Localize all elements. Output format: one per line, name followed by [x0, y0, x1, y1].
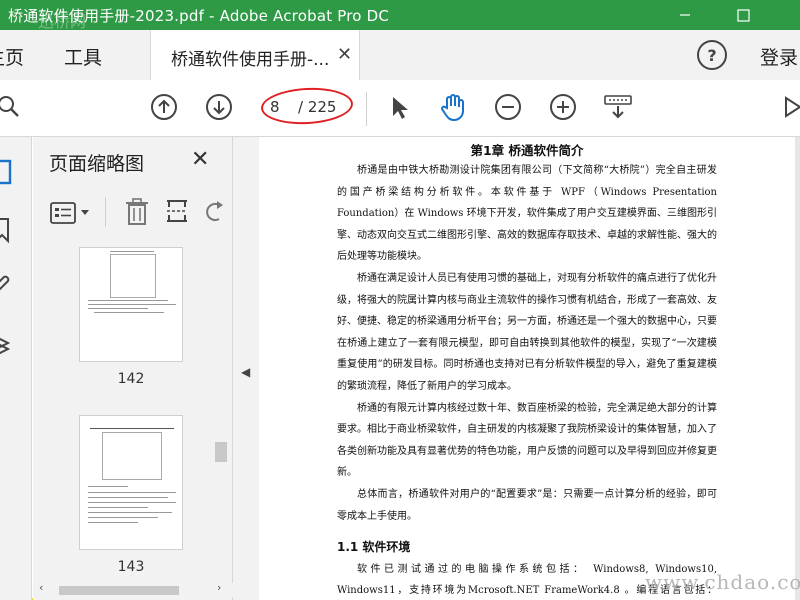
paragraph: 桥通的有限元计算内核经过数十年、数百座桥梁的检验，完全满足绝大部分的计算要求。相… [337, 402, 717, 479]
panel-divider: ◀ [233, 137, 259, 600]
thumbnail-toolbar-divider [105, 197, 106, 227]
thumbnail-options-button[interactable] [49, 201, 95, 229]
help-icon[interactable]: ? [697, 40, 727, 70]
thumb-line [88, 522, 138, 523]
rotate-icon [206, 201, 223, 221]
tab-document-label: 桥通软件使用手册-... [171, 50, 330, 70]
rail-bookmarks-button[interactable] [0, 215, 18, 249]
hand-icon [441, 94, 464, 122]
bookmark-icon [0, 218, 9, 244]
cursor-arrow-icon [393, 97, 408, 119]
thumb-line [88, 517, 158, 518]
rail-attachments-button[interactable] [0, 269, 18, 303]
site-watermark: www.chdao.com [645, 570, 800, 594]
collapse-panel-icon[interactable]: ◀ [241, 365, 250, 379]
toolbar: 8 / 225 [0, 80, 800, 137]
thumbnail-scrollbar[interactable] [211, 237, 229, 582]
arrow-up-circle-icon [151, 94, 177, 120]
panel-title: 页面缩略图 [49, 153, 145, 175]
scrollbar-thumb[interactable] [215, 442, 227, 462]
scroll-right-icon[interactable]: › [217, 581, 221, 594]
thumb-figure [110, 254, 156, 298]
thumbnail-toolbar [33, 193, 233, 233]
watermark-top: 迅桥网 [38, 12, 87, 31]
arrow-down-circle-icon [206, 94, 232, 120]
layers-icon [0, 337, 11, 355]
paragraph: 桥通在满足设计人员已有使用习惯的基础上，对现有分析软件的痛点进行了优化升级，将强… [337, 272, 717, 392]
thumbnail-list: 142 143 [33, 237, 233, 582]
document-view[interactable]: 第1章 桥通软件简介 桥通是由中铁大桥勘测设计院集团有限公司（下文简称“大桥院”… [259, 137, 800, 600]
search-icon [0, 96, 19, 117]
tab-home[interactable]: 主页 [0, 43, 24, 70]
next-page-button[interactable] [204, 92, 234, 122]
login-button[interactable]: 登录 [760, 43, 798, 70]
zoom-out-icon [495, 94, 521, 120]
section-title: 1.1 软件环境 [337, 540, 411, 555]
tab-bar: 主页 工具 桥通软件使用手册-... ✕ ? 登录 [0, 30, 800, 81]
thumbnail-page-142[interactable] [79, 247, 183, 362]
thumbnail-panel: 页面缩略图 ✕ 142 143 ‹ › [33, 137, 233, 600]
chapter-title: 第1章 桥通软件简介 [470, 143, 584, 158]
zoom-in-icon [550, 94, 576, 120]
previous-page-button[interactable] [149, 92, 179, 122]
paragraph: 总体而言，桥通软件对用户的“配置要求”是：只需要一点计算分析的经验，即可零成本上… [337, 488, 717, 522]
thumb-line [110, 251, 154, 252]
thumb-line [88, 492, 176, 493]
thumbnail-label-142: 142 [117, 371, 145, 387]
select-tool-button[interactable] [384, 92, 414, 122]
thumbnail-hscrollbar[interactable]: ‹ › [33, 581, 233, 597]
thumbnail-page-143[interactable] [79, 415, 183, 550]
trash-icon [126, 198, 148, 225]
share-icon [785, 96, 800, 118]
paperclip-icon [0, 275, 10, 291]
hand-tool-button[interactable] [438, 92, 468, 122]
minimize-button[interactable] [662, 0, 708, 30]
delete-page-button[interactable] [123, 197, 151, 231]
share-button[interactable] [778, 92, 800, 122]
maximize-button[interactable] [720, 0, 766, 30]
thumb-line [88, 502, 176, 503]
view-mode-button[interactable] [603, 92, 633, 122]
rotate-page-button[interactable] [205, 199, 225, 229]
thumb-line [88, 512, 172, 513]
thumb-table [102, 432, 162, 480]
thumb-line [88, 300, 168, 301]
zoom-out-button[interactable] [493, 92, 523, 122]
scroll-left-icon[interactable]: ‹ [39, 581, 43, 594]
thumb-line [88, 308, 148, 309]
thumb-line [90, 428, 174, 429]
zoom-in-button[interactable] [548, 92, 578, 122]
tab-tools[interactable]: 工具 [64, 43, 102, 70]
paragraph: 桥通是由中铁大桥勘测设计院集团有限公司（下文简称“大桥院”）完全自主研发的国产桥… [337, 165, 717, 263]
thumb-line [88, 486, 128, 487]
thumb-line [88, 497, 168, 498]
close-panel-icon[interactable]: ✕ [191, 147, 209, 172]
pdf-page: 第1章 桥通软件简介 桥通是由中铁大桥勘测设计院集团有限公司（下文简称“大桥院”… [259, 137, 795, 600]
page-split-icon [167, 200, 187, 222]
options-menu-icon [50, 202, 89, 224]
toolbar-divider [366, 92, 367, 126]
doc-right-edge [795, 137, 800, 600]
hscroll-thumb[interactable] [59, 586, 179, 595]
rail-layers-button[interactable] [0, 331, 18, 365]
thumb-line [88, 304, 176, 305]
search-button[interactable] [0, 92, 24, 122]
thumbnail-label-143: 143 [117, 559, 145, 575]
thumb-line [94, 312, 164, 313]
keyboard-download-icon [604, 95, 632, 119]
extract-page-button[interactable] [163, 197, 191, 231]
left-rail [0, 137, 32, 600]
maximize-icon [736, 8, 750, 22]
tab-document[interactable]: 桥通软件使用手册-... ✕ [150, 30, 360, 80]
body-text: 桥通是由中铁大桥勘测设计院集团有限公司（下文简称“大桥院”）完全自主研发的国产桥… [337, 160, 717, 600]
rail-thumbnails-button[interactable] [0, 157, 18, 191]
thumb-line [88, 507, 148, 508]
title-bar: 桥通软件使用手册-2023.pdf - Adobe Acrobat Pro DC… [0, 0, 800, 31]
minimize-icon [680, 14, 690, 16]
close-tab-icon[interactable]: ✕ [337, 44, 352, 65]
thumbnails-icon [0, 159, 12, 185]
